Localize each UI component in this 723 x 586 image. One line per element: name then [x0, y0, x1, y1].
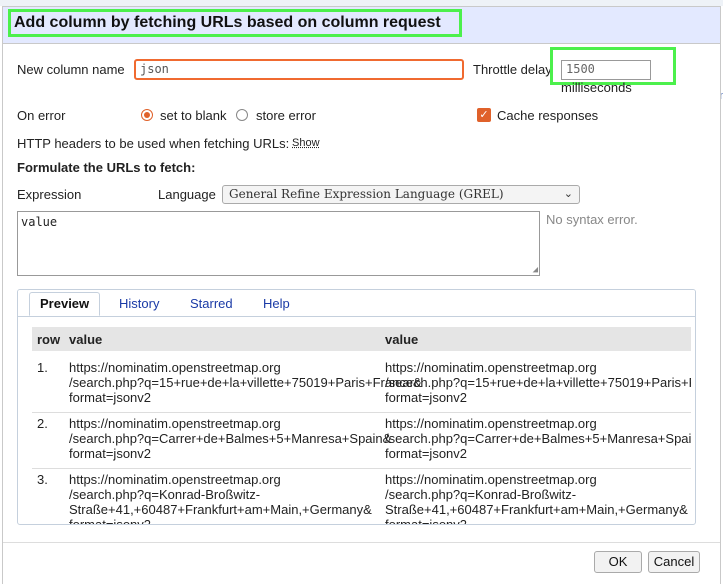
preview-panel: Preview History Starred Help row value v…: [17, 289, 696, 525]
cancel-button[interactable]: Cancel: [648, 551, 700, 573]
on-error-label: On error: [17, 108, 66, 123]
store-error-label: store error: [256, 108, 316, 123]
tab-help[interactable]: Help: [263, 296, 290, 311]
expression-textarea[interactable]: value ◢: [17, 211, 540, 276]
header-row: row: [37, 332, 61, 347]
throttle-label: Throttle delay: [473, 62, 552, 77]
add-column-dialog: Add column by fetching URLs based on col…: [2, 6, 721, 585]
dialog-titlebar: Add column by fetching URLs based on col…: [3, 7, 720, 44]
row-number: 1.: [37, 360, 48, 375]
set-to-blank-label: set to blank: [160, 108, 227, 123]
table-row: 3. https://nominatim.openstreetmap.org /…: [32, 469, 691, 525]
tab-bar: Preview History Starred Help: [18, 290, 695, 317]
formulate-label: Formulate the URLs to fetch:: [17, 160, 196, 175]
header-result: value: [385, 332, 419, 347]
tab-preview[interactable]: Preview: [29, 292, 101, 316]
resize-grip-icon[interactable]: ◢: [533, 265, 538, 275]
row-value: https://nominatim.openstreetmap.org /sea…: [69, 472, 372, 525]
row-result: https://nominatim.openstreetmap.org /sea…: [385, 472, 688, 525]
cache-responses-checkbox[interactable]: ✓: [477, 108, 491, 122]
table-header: row value value: [32, 327, 691, 351]
show-headers-link[interactable]: Show: [292, 137, 320, 149]
expression-text: value: [21, 215, 58, 229]
http-headers-label: HTTP headers to be used when fetching UR…: [17, 136, 290, 151]
row-number: 3.: [37, 472, 48, 487]
throttle-unit: milliseconds: [561, 80, 632, 95]
language-label: Language: [158, 187, 216, 202]
row-result: https://nominatim.openstreetmap.org /sea…: [385, 416, 691, 461]
new-column-name-input[interactable]: json: [134, 59, 464, 80]
table-row: 2. https://nominatim.openstreetmap.org /…: [32, 413, 691, 469]
header-value: value: [69, 332, 103, 347]
chevron-down-icon: ⌄: [563, 187, 573, 200]
tab-starred[interactable]: Starred: [190, 296, 233, 311]
language-select[interactable]: General Refine Expression Language (GREL…: [222, 185, 580, 204]
row-result: https://nominatim.openstreetmap.org /sea…: [385, 360, 691, 405]
store-error-radio[interactable]: [236, 109, 248, 121]
expression-label: Expression: [17, 187, 82, 202]
syntax-status: No syntax error.: [546, 212, 638, 227]
ok-button[interactable]: OK: [594, 551, 642, 573]
row-value: https://nominatim.openstreetmap.org /sea…: [69, 360, 422, 405]
dialog-footer: OK Cancel: [3, 542, 720, 585]
tab-history[interactable]: History: [119, 296, 159, 311]
new-column-label: New column name: [17, 62, 125, 77]
row-value: https://nominatim.openstreetmap.org /sea…: [69, 416, 392, 461]
cache-responses-label: Cache responses: [497, 108, 599, 123]
throttle-delay-input[interactable]: 1500: [561, 60, 651, 80]
row-number: 2.: [37, 416, 48, 431]
set-to-blank-radio[interactable]: [141, 109, 153, 121]
language-select-value: General Refine Expression Language (GREL…: [229, 187, 504, 201]
dialog-title: Add column by fetching URLs based on col…: [8, 9, 462, 37]
table-row: 1. https://nominatim.openstreetmap.org /…: [32, 357, 691, 413]
check-icon: ✓: [479, 109, 489, 121]
